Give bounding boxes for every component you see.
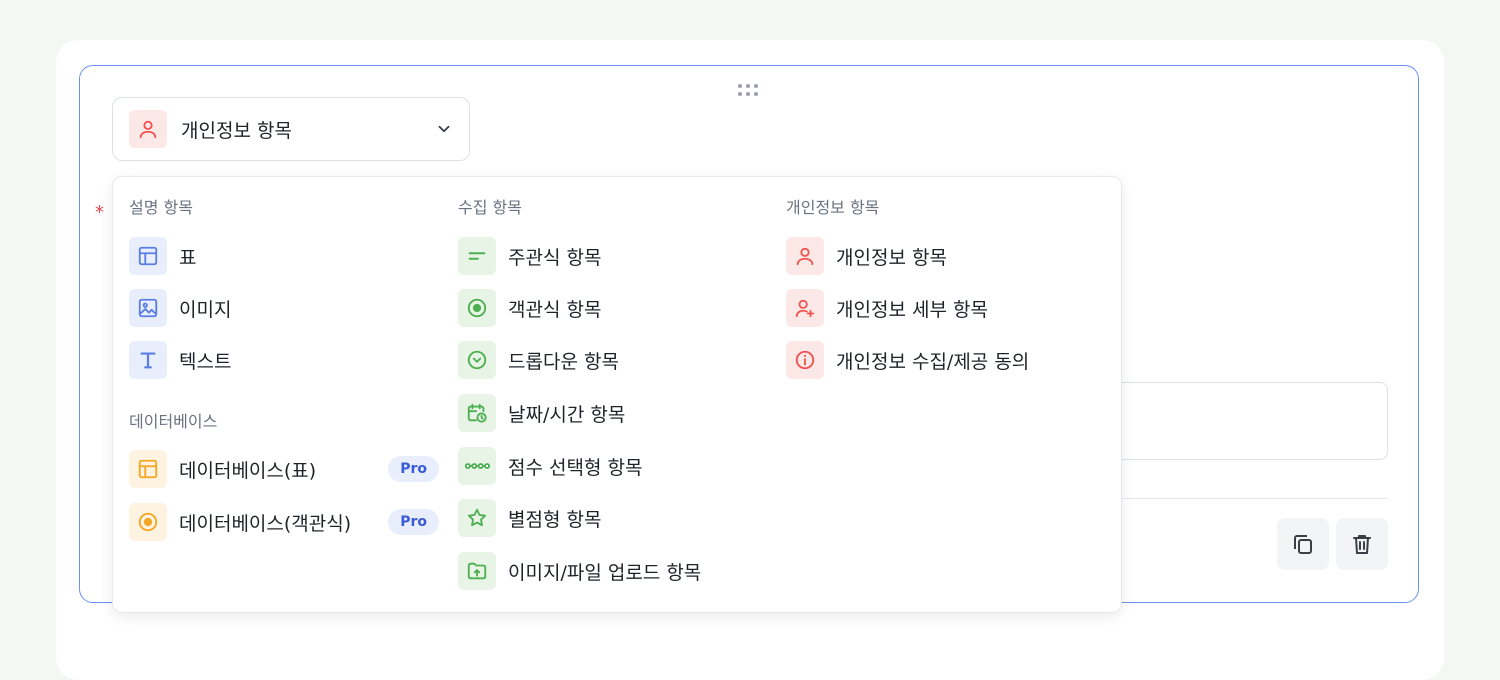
question-type-menu: 설명 항목 표 이미지 텍스트 데이터베이스 데이터베이스(표) Pro 데이터… — [112, 176, 1122, 613]
menu-item-database-choice[interactable]: 데이터베이스(객관식) Pro — [129, 502, 439, 542]
menu-item-dropdown[interactable]: 드롭다운 항목 — [458, 340, 768, 380]
menu-item-label: 객관식 항목 — [508, 298, 602, 321]
menu-item-label: 개인정보 세부 항목 — [836, 298, 988, 321]
menu-item-label: 드롭다운 항목 — [508, 350, 619, 373]
question-type-label: 개인정보 항목 — [181, 119, 292, 142]
menu-item-image[interactable]: 이미지 — [129, 288, 439, 328]
menu-item-label: 별점형 항목 — [508, 508, 602, 531]
pro-badge: Pro — [388, 456, 439, 482]
menu-item-database-table[interactable]: 데이터베이스(표) Pro — [129, 449, 439, 489]
scale-icon — [458, 447, 496, 485]
copy-icon — [1294, 535, 1312, 554]
section-title: 개인정보 항목 — [786, 198, 880, 217]
menu-item-personal-info-detail[interactable]: 개인정보 세부 항목 — [786, 288, 1096, 328]
star-icon — [458, 499, 496, 537]
menu-item-file-upload[interactable]: 이미지/파일 업로드 항목 — [458, 551, 768, 591]
short-text-icon — [458, 237, 496, 275]
menu-item-label: 개인정보 항목 — [836, 246, 947, 269]
table-icon — [129, 237, 167, 275]
divider — [1100, 498, 1388, 499]
menu-item-label: 주관식 항목 — [508, 246, 602, 269]
delete-button[interactable] — [1336, 518, 1388, 570]
menu-item-date-time[interactable]: 날짜/시간 항목 — [458, 393, 768, 433]
section-title: 수집 항목 — [458, 198, 522, 217]
trash-icon — [1353, 535, 1371, 554]
copy-button[interactable] — [1277, 518, 1329, 570]
upload-icon — [458, 552, 496, 590]
database-choice-icon — [129, 503, 167, 541]
menu-item-label: 데이터베이스(객관식) — [179, 512, 352, 535]
menu-item-privacy-consent[interactable]: 개인정보 수집/제공 동의 — [786, 340, 1096, 380]
section-title: 설명 항목 — [129, 198, 193, 217]
database-table-icon — [129, 450, 167, 488]
question-type-select[interactable]: 개인정보 항목 — [112, 97, 470, 161]
chevron-down-icon — [438, 125, 450, 133]
menu-item-label: 개인정보 수집/제공 동의 — [836, 350, 1030, 373]
person-icon — [786, 237, 824, 275]
calendar-clock-icon — [458, 394, 496, 432]
menu-item-personal-info[interactable]: 개인정보 항목 — [786, 236, 1096, 276]
menu-item-label: 점수 선택형 항목 — [508, 456, 643, 479]
person-icon — [129, 110, 167, 148]
section-title: 데이터베이스 — [129, 412, 218, 431]
answer-input-field[interactable] — [1100, 382, 1388, 460]
menu-item-label: 이미지/파일 업로드 항목 — [508, 561, 702, 584]
image-icon — [129, 289, 167, 327]
menu-item-short-answer[interactable]: 주관식 항목 — [458, 236, 768, 276]
person-add-icon — [786, 289, 824, 327]
pro-badge: Pro — [388, 509, 439, 535]
menu-item-label: 데이터베이스(표) — [179, 459, 317, 482]
menu-item-scale[interactable]: 점수 선택형 항목 — [458, 446, 768, 486]
required-mark: * — [95, 202, 104, 223]
radio-icon — [458, 289, 496, 327]
menu-item-text[interactable]: 텍스트 — [129, 340, 439, 380]
menu-item-label: 텍스트 — [179, 350, 232, 373]
menu-item-multiple-choice[interactable]: 객관식 항목 — [458, 288, 768, 328]
drag-handle-icon[interactable] — [738, 84, 762, 98]
menu-item-label: 날짜/시간 항목 — [508, 403, 626, 426]
dropdown-icon — [458, 341, 496, 379]
menu-item-label: 이미지 — [179, 298, 232, 321]
info-icon — [786, 341, 824, 379]
text-icon — [129, 341, 167, 379]
menu-item-label: 표 — [179, 246, 197, 269]
menu-item-star-rating[interactable]: 별점형 항목 — [458, 498, 768, 538]
menu-item-table[interactable]: 표 — [129, 236, 439, 276]
